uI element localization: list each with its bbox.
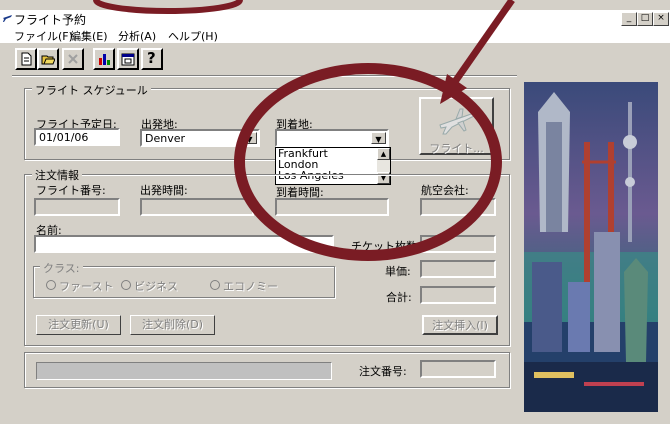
order-info-legend: 注文情報 [32, 167, 82, 183]
airline-field [420, 198, 496, 216]
close-button[interactable]: × [653, 12, 669, 26]
city-collage-image [524, 82, 658, 412]
flight-number-label: フライト番号: [36, 184, 106, 197]
help-button[interactable]: ? [141, 48, 163, 70]
menu-file[interactable]: ファイル(F) [14, 28, 73, 44]
airplane-icon [439, 108, 477, 135]
delete-order-button[interactable]: 注文削除(D) [130, 315, 215, 335]
delete-icon [68, 54, 78, 64]
insert-order-button[interactable]: 注文挿入(I) [422, 315, 498, 335]
toolbar-separator [12, 75, 517, 77]
chevron-down-icon[interactable]: ▼ [371, 132, 386, 144]
arrival-combo[interactable]: ▼ [275, 129, 389, 147]
open-button[interactable] [37, 48, 59, 70]
radio-business[interactable] [121, 280, 131, 290]
tickets-label: チケット枚数: [351, 240, 421, 253]
maximize-button[interactable]: □ [637, 12, 653, 26]
total-label: 合計: [386, 291, 412, 304]
flight-number-field [34, 198, 120, 216]
new-button[interactable] [15, 48, 37, 70]
order-number-label: 注文番号: [359, 365, 407, 378]
arrival-time-field [275, 198, 389, 216]
airplane-app-icon [3, 15, 12, 22]
departure-time-field [140, 198, 254, 216]
calendar-button[interactable] [117, 48, 139, 70]
chart-button[interactable] [93, 48, 115, 70]
minimize-button[interactable]: _ [621, 12, 637, 26]
toolbar: ? [0, 43, 520, 75]
radio-economy-label: エコノミー [223, 280, 278, 293]
flight-reservation-window: フライト予約 _ □ × ファイル(F) 編集(E) 分析(A) ヘルプ(H) [0, 0, 670, 424]
menu-analysis[interactable]: 分析(A) [118, 28, 156, 44]
class-legend: クラス: [40, 260, 83, 276]
flight-schedule-legend: フライト スケジュール [32, 82, 151, 98]
menu-help[interactable]: ヘルプ(H) [168, 28, 218, 44]
menu-edit[interactable]: 編集(E) [70, 28, 108, 44]
price-field [420, 260, 496, 278]
calendar-icon [121, 53, 135, 66]
flight-date-field[interactable]: 01/01/06 [34, 128, 120, 146]
tickets-field [420, 235, 496, 253]
scroll-up-icon[interactable]: ▲ [377, 148, 390, 160]
radio-business-label: ビジネス [134, 280, 178, 293]
delete-toolbar-button[interactable] [62, 48, 84, 70]
airline-label: 航空会社: [421, 184, 469, 197]
price-label: 単価: [385, 265, 411, 278]
departure-combo[interactable]: Denver ▼ [140, 129, 260, 147]
departure-time-label: 出発時間: [140, 184, 188, 197]
menu-bar: ファイル(F) 編集(E) 分析(A) ヘルプ(H) [0, 27, 670, 43]
title-bar: フライト予約 _ □ × [0, 10, 670, 28]
open-folder-icon [41, 55, 55, 65]
bar-chart-icon [99, 54, 110, 65]
progress-bar [36, 362, 332, 380]
order-number-field [420, 360, 496, 378]
radio-first[interactable] [46, 280, 56, 290]
new-document-icon [21, 52, 32, 66]
flight-button[interactable]: フライト... [419, 97, 494, 155]
window-title: フライト予約 [14, 13, 87, 27]
flight-button-label: フライト... [429, 142, 484, 155]
chevron-down-icon[interactable]: ▼ [242, 132, 257, 144]
radio-first-label: ファースト [59, 280, 114, 293]
update-order-button[interactable]: 注文更新(U) [36, 315, 121, 335]
help-icon: ? [147, 49, 156, 67]
total-field [420, 286, 496, 304]
name-input[interactable] [34, 235, 334, 253]
radio-economy[interactable] [210, 280, 220, 290]
